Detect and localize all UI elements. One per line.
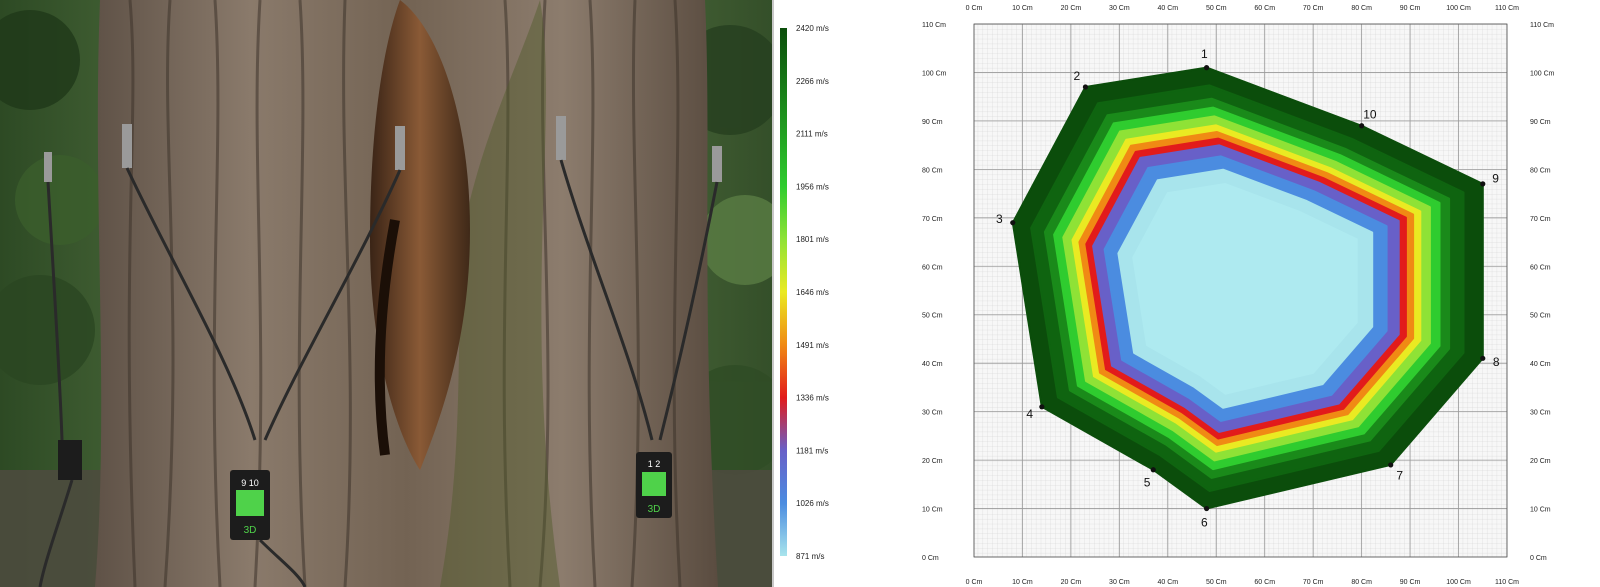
y-tick-label-left: 110 Cm bbox=[922, 22, 946, 29]
y-tick-label-right: 20 Cm bbox=[1530, 458, 1551, 465]
sensor-device-far-left bbox=[58, 440, 82, 480]
x-tick-label-bottom: 100 Cm bbox=[1446, 579, 1471, 586]
x-tick-label-top: 30 Cm bbox=[1109, 5, 1130, 12]
y-tick-label-left: 10 Cm bbox=[922, 507, 943, 514]
x-tick-label-bottom: 50 Cm bbox=[1206, 579, 1227, 586]
y-tick-label-right: 90 Cm bbox=[1530, 119, 1551, 126]
y-tick-label-right: 40 Cm bbox=[1530, 361, 1551, 368]
y-tick-label-left: 100 Cm bbox=[922, 70, 947, 77]
device-right-sensor-ids: 1 2 bbox=[648, 459, 661, 469]
x-tick-label-top: 80 Cm bbox=[1351, 5, 1372, 12]
x-tick-label-top: 50 Cm bbox=[1206, 5, 1227, 12]
sensor-point bbox=[1388, 462, 1394, 468]
sensor-point bbox=[1480, 355, 1486, 361]
sensor-point bbox=[1010, 220, 1016, 226]
device-right-label: 3D bbox=[648, 504, 661, 515]
sensor-label: 3 bbox=[996, 212, 1003, 226]
legend-label: 1956 m/s bbox=[796, 182, 829, 191]
sensor-device-right: 1 2 3D bbox=[636, 452, 672, 518]
x-tick-label-bottom: 0 Cm bbox=[966, 579, 983, 586]
y-axis-right-labels: 110 Cm 100 Cm 90 Cm 80 Cm 70 Cm 60 Cm 50 Cm 40 … bbox=[1530, 22, 1555, 562]
legend-label: 2420 m/s bbox=[796, 24, 829, 33]
y-tick-label-right: 0 Cm bbox=[1530, 555, 1547, 562]
x-tick-label-top: 90 Cm bbox=[1400, 5, 1421, 12]
y-tick-label-right: 70 Cm bbox=[1530, 216, 1551, 223]
y-tick-label-left: 20 Cm bbox=[922, 458, 943, 465]
sensor-label: 10 bbox=[1363, 107, 1377, 121]
y-tick-label-left: 90 Cm bbox=[922, 119, 943, 126]
x-tick-label-top: 40 Cm bbox=[1158, 5, 1179, 12]
x-axis-bottom-labels: 0 Cm 10 Cm 20 Cm 30 Cm 40 Cm 50 Cm 60 Cm 70 Cm 8… bbox=[966, 579, 1520, 586]
y-tick-label-right: 100 Cm bbox=[1530, 70, 1555, 77]
tree-photo: 9 10 3D 1 2 3D bbox=[0, 0, 772, 587]
legend-label: 1181 m/s bbox=[796, 446, 828, 455]
sensor-point bbox=[1082, 84, 1089, 90]
y-tick-label-left: 30 Cm bbox=[922, 410, 943, 417]
sensor-label: 9 bbox=[1492, 171, 1499, 185]
sensor-point bbox=[1203, 65, 1210, 71]
x-tick-label-bottom: 10 Cm bbox=[1012, 579, 1033, 586]
x-tick-label-top: 70 Cm bbox=[1303, 5, 1324, 12]
y-tick-label-left: 70 Cm bbox=[922, 216, 943, 223]
legend-label: 871 m/s bbox=[796, 552, 824, 561]
legend-label: 2266 m/s bbox=[796, 77, 829, 86]
y-tick-label-right: 30 Cm bbox=[1530, 410, 1551, 417]
y-tick-label-left: 0 Cm bbox=[922, 555, 939, 562]
velocity-legend-labels: 2420 m/s 2266 m/s 2111 m/s 1956 m/s 1801 m/s… bbox=[796, 24, 829, 561]
tomogram-panel: 2420 m/s 2266 m/s 2111 m/s 1956 m/s 1801 m/s… bbox=[774, 0, 1600, 587]
sensor-label: 2 bbox=[1074, 69, 1081, 83]
sensor-label: 8 bbox=[1493, 355, 1500, 369]
y-tick-label-left: 40 Cm bbox=[922, 361, 943, 368]
sensor-label: 1 bbox=[1201, 47, 1208, 61]
sensor-point bbox=[1480, 181, 1486, 187]
sensor-device-left: 9 10 3D bbox=[230, 470, 270, 540]
x-tick-label-bottom: 70 Cm bbox=[1303, 579, 1324, 586]
y-tick-label-right: 110 Cm bbox=[1530, 22, 1554, 29]
sensor-label: 5 bbox=[1144, 475, 1151, 489]
legend-label: 1491 m/s bbox=[796, 341, 829, 350]
x-tick-label-top: 110 Cm bbox=[1495, 5, 1519, 12]
velocity-legend-bar bbox=[780, 28, 787, 556]
y-tick-label-right: 10 Cm bbox=[1530, 507, 1551, 514]
sensor-label: 4 bbox=[1026, 407, 1033, 421]
legend-label: 2111 m/s bbox=[796, 130, 828, 139]
y-tick-label-right: 80 Cm bbox=[1530, 167, 1551, 174]
x-tick-label-bottom: 30 Cm bbox=[1109, 579, 1130, 586]
x-tick-label-bottom: 40 Cm bbox=[1158, 579, 1179, 586]
legend-label: 1801 m/s bbox=[796, 235, 829, 244]
x-tick-label-top: 0 Cm bbox=[966, 5, 983, 12]
sensor-point bbox=[1150, 467, 1156, 473]
y-tick-label-right: 50 Cm bbox=[1530, 313, 1551, 320]
x-tick-label-bottom: 20 Cm bbox=[1061, 579, 1082, 586]
legend-label: 1336 m/s bbox=[796, 394, 829, 403]
x-tick-label-top: 100 Cm bbox=[1446, 5, 1471, 12]
x-axis-top-labels: 0 Cm 10 Cm 20 Cm 30 Cm 40 Cm 50 Cm 60 Cm 70 Cm 8… bbox=[966, 5, 1520, 12]
sensor-point bbox=[1203, 505, 1210, 512]
sensor-point bbox=[1359, 123, 1365, 129]
x-tick-label-top: 10 Cm bbox=[1012, 5, 1033, 12]
y-tick-label-left: 60 Cm bbox=[922, 264, 943, 271]
x-tick-label-bottom: 80 Cm bbox=[1351, 579, 1372, 586]
sensor-label: 6 bbox=[1201, 515, 1208, 529]
y-axis-left-labels: 110 Cm 100 Cm 90 Cm 80 Cm 70 Cm 60 Cm 50 Cm 40 … bbox=[922, 22, 947, 562]
device-left-label: 3D bbox=[244, 525, 257, 536]
y-tick-label-right: 60 Cm bbox=[1530, 264, 1551, 271]
sensor-point bbox=[1039, 404, 1045, 410]
tomogram-svg: 2420 m/s 2266 m/s 2111 m/s 1956 m/s 1801 m/s… bbox=[780, 5, 1555, 586]
y-tick-label-left: 80 Cm bbox=[922, 167, 943, 174]
x-tick-label-top: 60 Cm bbox=[1254, 5, 1275, 12]
legend-label: 1646 m/s bbox=[796, 288, 829, 297]
x-tick-label-bottom: 60 Cm bbox=[1254, 579, 1275, 586]
legend-label: 1026 m/s bbox=[796, 499, 829, 508]
x-tick-label-top: 20 Cm bbox=[1061, 5, 1082, 12]
x-tick-label-bottom: 90 Cm bbox=[1400, 579, 1421, 586]
y-tick-label-left: 50 Cm bbox=[922, 313, 943, 320]
x-tick-label-bottom: 110 Cm bbox=[1495, 579, 1519, 586]
device-left-sensor-ids: 9 10 bbox=[241, 478, 259, 488]
sensor-label: 7 bbox=[1396, 469, 1403, 483]
